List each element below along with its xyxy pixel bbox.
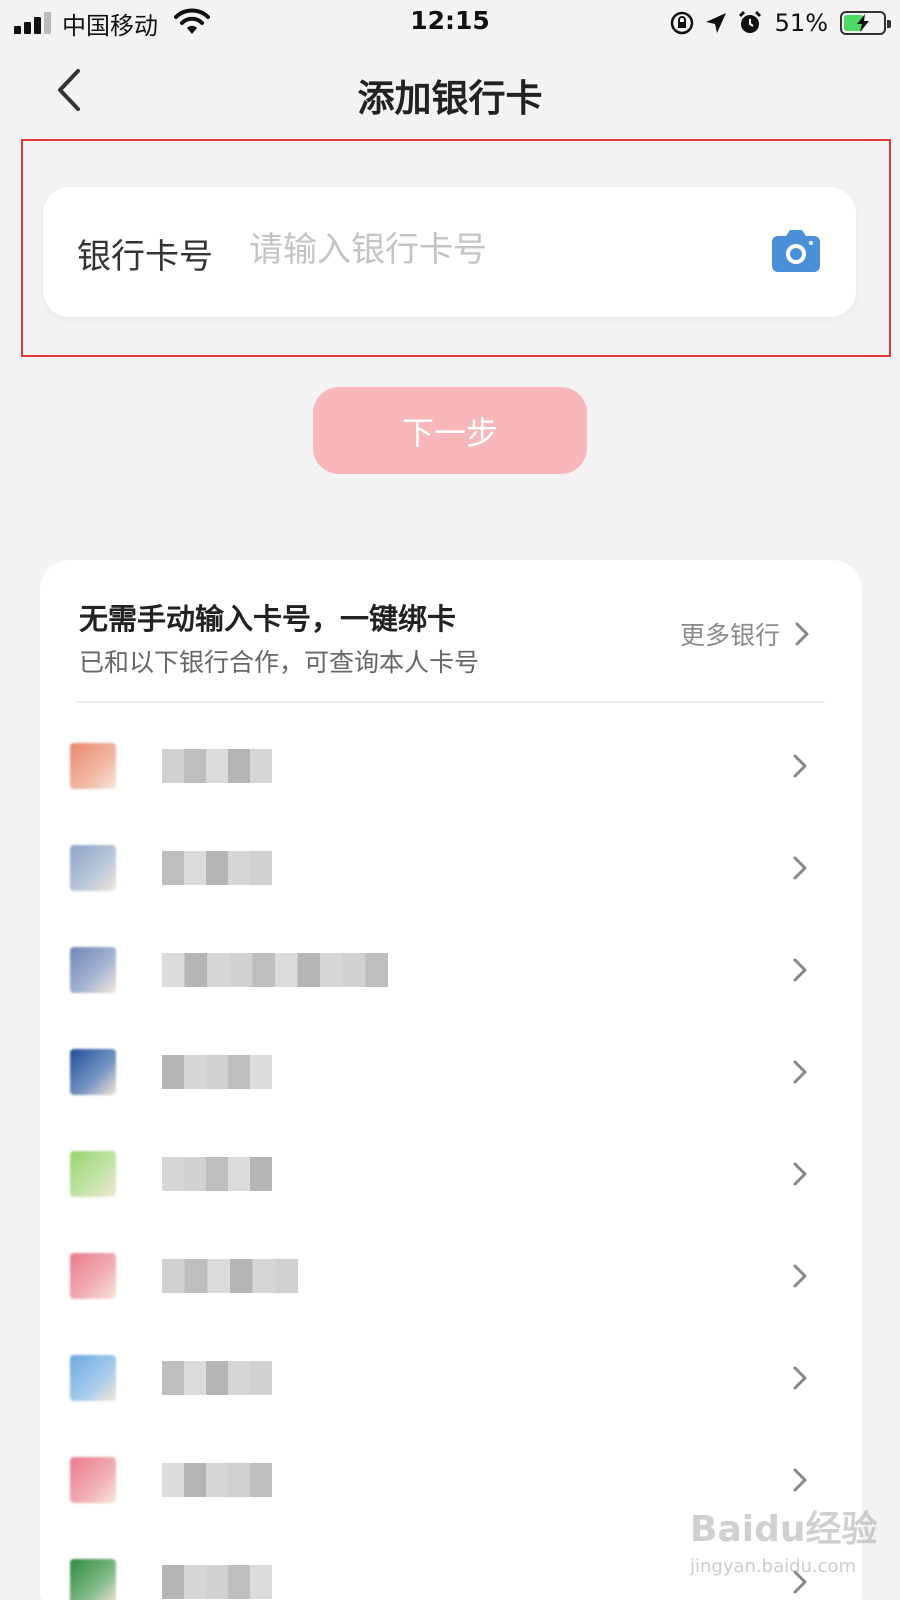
bank-logo xyxy=(70,1355,116,1401)
bank-section-subtitle: 已和以下银行合作，可查询本人卡号 xyxy=(79,648,480,677)
nav-bar: 添加银行卡 xyxy=(0,56,900,126)
bank-logo xyxy=(70,845,116,891)
chevron-right-icon xyxy=(793,1366,807,1390)
page-title: 添加银行卡 xyxy=(357,77,543,120)
bank-name-obscured xyxy=(162,1259,298,1293)
chevron-right-icon xyxy=(793,1264,807,1288)
bank-name-obscured xyxy=(162,1463,272,1497)
chevron-right-icon xyxy=(793,856,807,880)
bank-row[interactable] xyxy=(40,1225,862,1329)
bank-bind-section: 无需手动输入卡号，一键绑卡 已和以下银行合作，可查询本人卡号 更多银行 xyxy=(40,560,862,1600)
more-banks-link[interactable]: 更多银行 xyxy=(680,616,810,652)
bank-row[interactable] xyxy=(40,715,862,819)
bank-row[interactable] xyxy=(40,1327,862,1431)
status-bar: 中国移动 12:15 51% xyxy=(0,0,900,48)
alarm-icon xyxy=(738,10,761,33)
status-right-group: 51% xyxy=(669,6,891,40)
divider xyxy=(77,701,825,703)
charging-bolt-icon xyxy=(857,14,869,32)
bank-row[interactable] xyxy=(40,817,862,921)
bank-name-obscured xyxy=(162,1055,272,1089)
more-banks-label: 更多银行 xyxy=(679,621,780,650)
bank-section-title: 无需手动输入卡号，一键绑卡 xyxy=(79,602,457,636)
bank-logo xyxy=(70,1253,116,1299)
bank-name-obscured xyxy=(162,1565,272,1599)
chevron-right-icon xyxy=(793,754,807,778)
bank-name-obscured xyxy=(162,749,272,783)
camera-icon[interactable] xyxy=(771,229,821,273)
bank-row[interactable] xyxy=(40,1021,862,1125)
bank-row[interactable] xyxy=(40,919,862,1023)
watermark-logo: Baidu经验 xyxy=(690,1509,878,1550)
chevron-right-icon xyxy=(793,1162,807,1186)
bank-logo xyxy=(70,1457,116,1503)
watermark-url: jingyan.baidu.com xyxy=(690,1556,857,1577)
chevron-right-icon xyxy=(793,1468,807,1492)
rotation-lock-icon xyxy=(670,11,693,35)
bank-name-obscured xyxy=(162,1157,272,1191)
card-number-row: 银行卡号 xyxy=(43,187,856,317)
bank-name-obscured xyxy=(162,953,388,987)
bank-row[interactable] xyxy=(40,1123,862,1227)
card-number-input[interactable] xyxy=(249,221,729,279)
next-step-button[interactable]: 下一步 xyxy=(313,387,587,474)
location-icon xyxy=(705,13,726,33)
bank-name-obscured xyxy=(162,851,272,885)
bank-logo xyxy=(70,947,116,993)
bank-logo xyxy=(70,743,116,789)
bank-logo xyxy=(70,1151,116,1197)
chevron-right-icon xyxy=(793,1060,807,1084)
chevron-right-icon xyxy=(793,958,807,982)
battery-percent: 51% xyxy=(774,9,828,37)
bank-logo xyxy=(70,1559,116,1600)
bank-logo xyxy=(70,1049,116,1095)
card-number-label: 银行卡号 xyxy=(77,237,213,277)
bank-name-obscured xyxy=(162,1361,272,1395)
battery-icon xyxy=(840,11,891,35)
chevron-right-icon xyxy=(795,622,809,646)
